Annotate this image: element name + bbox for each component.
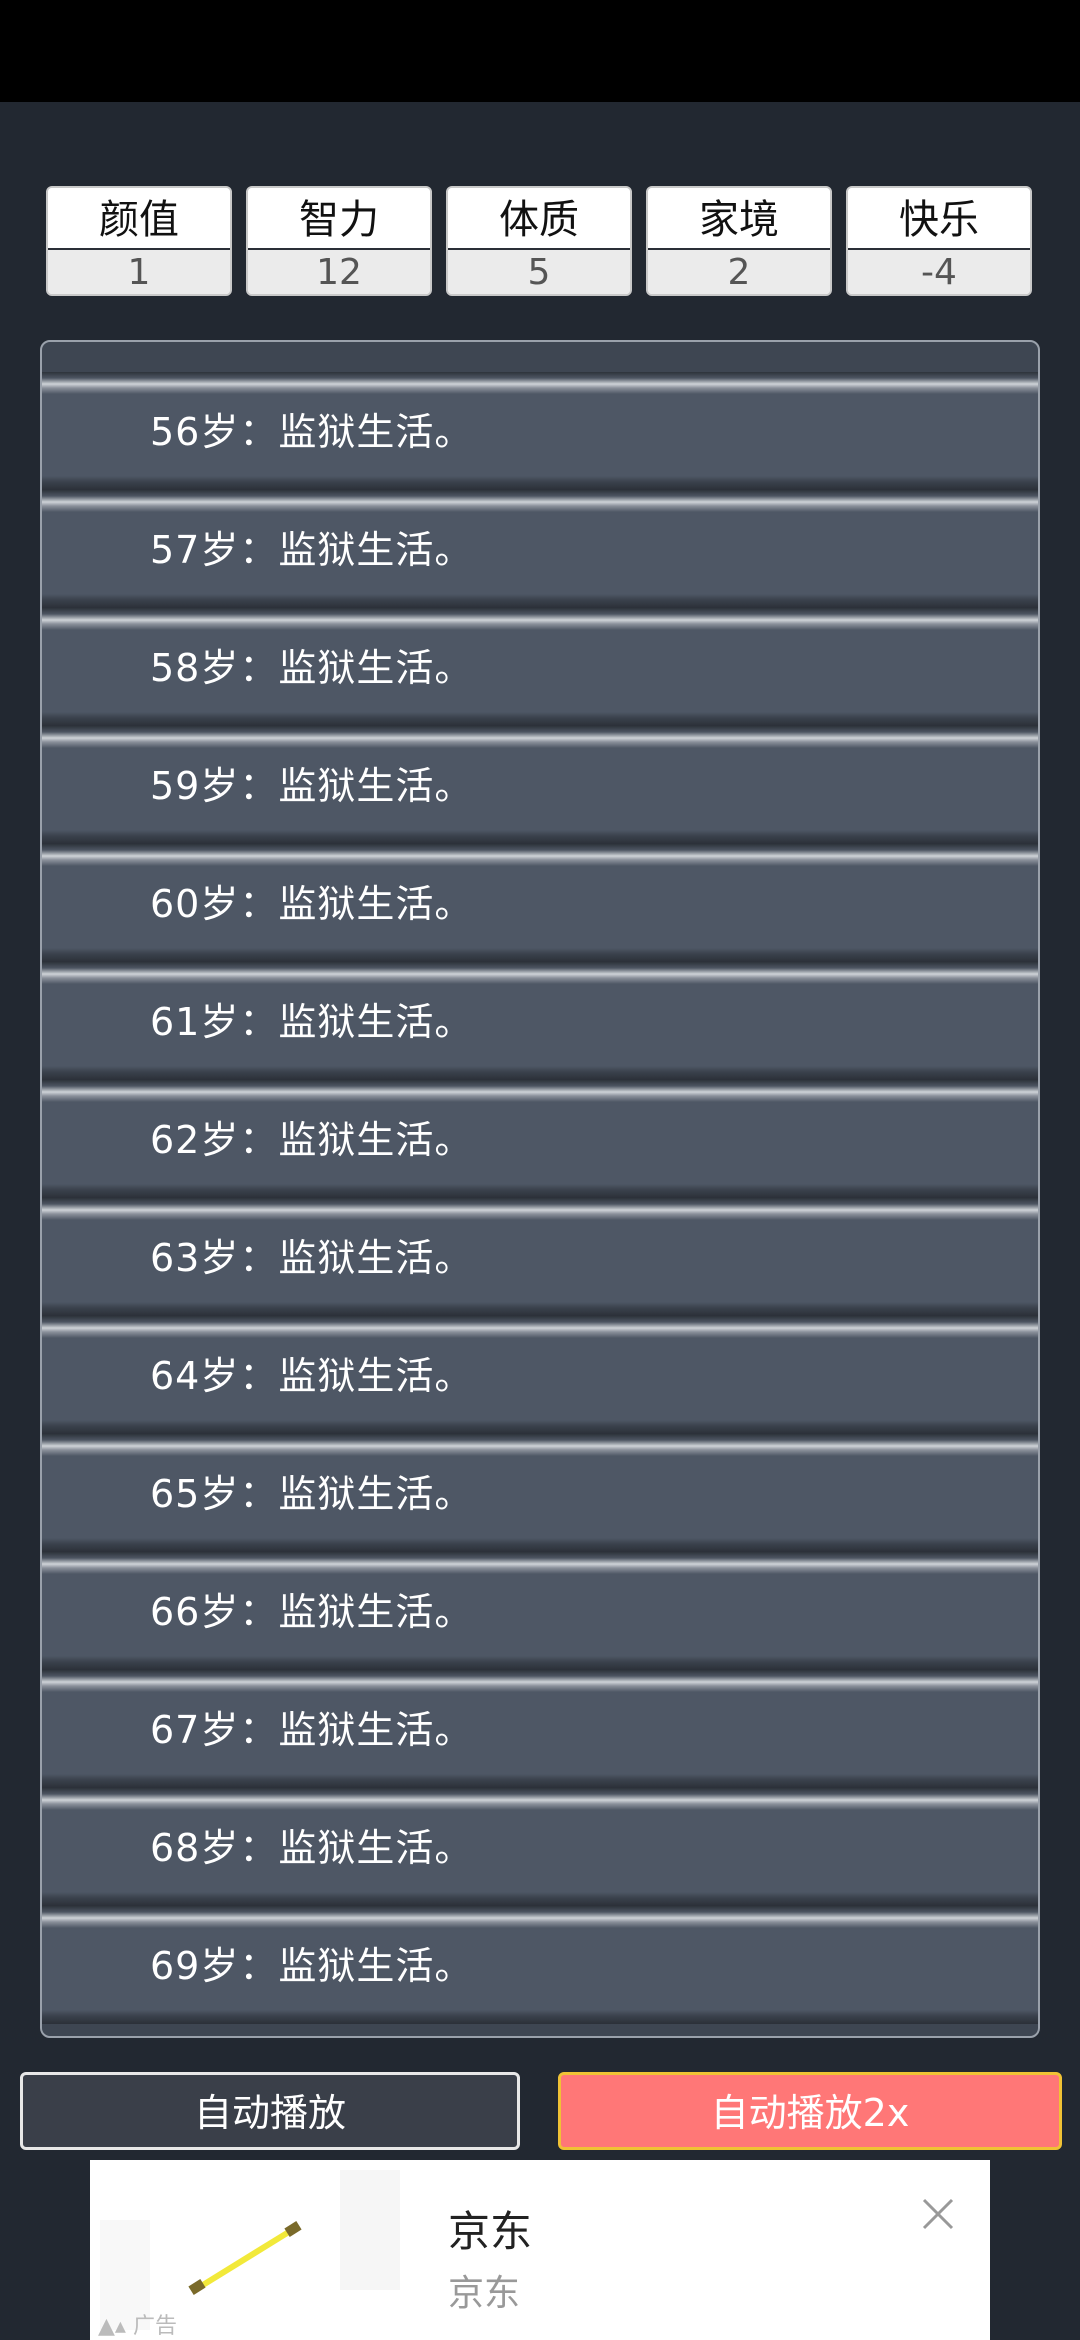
stats-bar: 颜值 1 智力 12 体质 5 家境 2 快乐 -4 [46,186,1034,298]
close-icon[interactable] [918,2194,958,2234]
stat-value: 5 [448,248,630,294]
log-entry: 64岁：监狱生活。 [42,1316,1038,1434]
log-entry-text: 59岁：监狱生活。 [150,764,474,808]
stat-value: 2 [648,248,830,294]
stat-value: 12 [248,248,430,294]
stat-value: -4 [848,248,1030,294]
log-entry-text: 63岁：监狱生活。 [150,1236,474,1280]
log-entry-text: 57岁：监狱生活。 [150,528,474,572]
log-entry: 58岁：监狱生活。 [42,608,1038,726]
ad-product-image [188,2221,302,2295]
life-event-log[interactable]: 56岁：监狱生活。 57岁：监狱生活。 58岁：监狱生活。 59岁：监狱生活。 … [40,340,1040,2038]
log-entry-text: 61岁：监狱生活。 [150,1000,474,1044]
stat-card-constitution: 体质 5 [446,186,632,296]
auto-play-2x-button[interactable]: 自动播放2x [558,2072,1062,2150]
log-entry-text: 65岁：监狱生活。 [150,1472,474,1516]
log-entry: 61岁：监狱生活。 [42,962,1038,1080]
status-bar [0,0,1080,102]
log-entry: 65岁：监狱生活。 [42,1434,1038,1552]
ad-title: 京东 [448,2207,533,2256]
log-entry: 66岁：监狱生活。 [42,1552,1038,1670]
log-entry-text: 67岁：监狱生活。 [150,1708,474,1752]
stat-label: 颜值 [48,188,230,248]
stat-label: 家境 [648,188,830,248]
log-entry-text: 56岁：监狱生活。 [150,410,474,454]
log-entry: 67岁：监狱生活。 [42,1670,1038,1788]
log-entry-text: 66岁：监狱生活。 [150,1590,474,1634]
ad-subtitle: 京东 [448,2273,521,2314]
stat-label: 体质 [448,188,630,248]
log-entry-text: 68岁：监狱生活。 [150,1826,474,1870]
stat-value: 1 [48,248,230,294]
auto-play-button[interactable]: 自动播放 [20,2072,520,2150]
log-entry: 57岁：监狱生活。 [42,490,1038,608]
ad-label: ▲▴ 广告 [98,2308,177,2340]
stat-label: 智力 [248,188,430,248]
log-entry-text: 69岁：监狱生活。 [150,1944,474,1988]
stat-card-happiness: 快乐 -4 [846,186,1032,296]
log-entry-text: 60岁：监狱生活。 [150,882,474,926]
log-entry: 62岁：监狱生活。 [42,1080,1038,1198]
log-entry: 63岁：监狱生活。 [42,1198,1038,1316]
log-entry: 59岁：监狱生活。 [42,726,1038,844]
log-entry: 56岁：监狱生活。 [42,372,1038,490]
log-entry-text: 64岁：监狱生活。 [150,1354,474,1398]
stat-card-family: 家境 2 [646,186,832,296]
ad-thumbnail-frame [340,2170,400,2290]
log-entry-text: 62岁：监狱生活。 [150,1118,474,1162]
ad-banner[interactable]: 京东 京东 ▲▴ 广告 [90,2160,990,2340]
stat-card-intelligence: 智力 12 [246,186,432,296]
log-entry: 69岁：监狱生活。 [42,1906,1038,2024]
ad-label-text: 广告 [132,2314,177,2339]
stat-label: 快乐 [848,188,1030,248]
log-entry-text: 58岁：监狱生活。 [150,646,474,690]
stat-card-appearance: 颜值 1 [46,186,232,296]
log-entry: 68岁：监狱生活。 [42,1788,1038,1906]
log-entry: 60岁：监狱生活。 [42,844,1038,962]
ad-logo-icon: ▲▴ [98,2314,133,2339]
